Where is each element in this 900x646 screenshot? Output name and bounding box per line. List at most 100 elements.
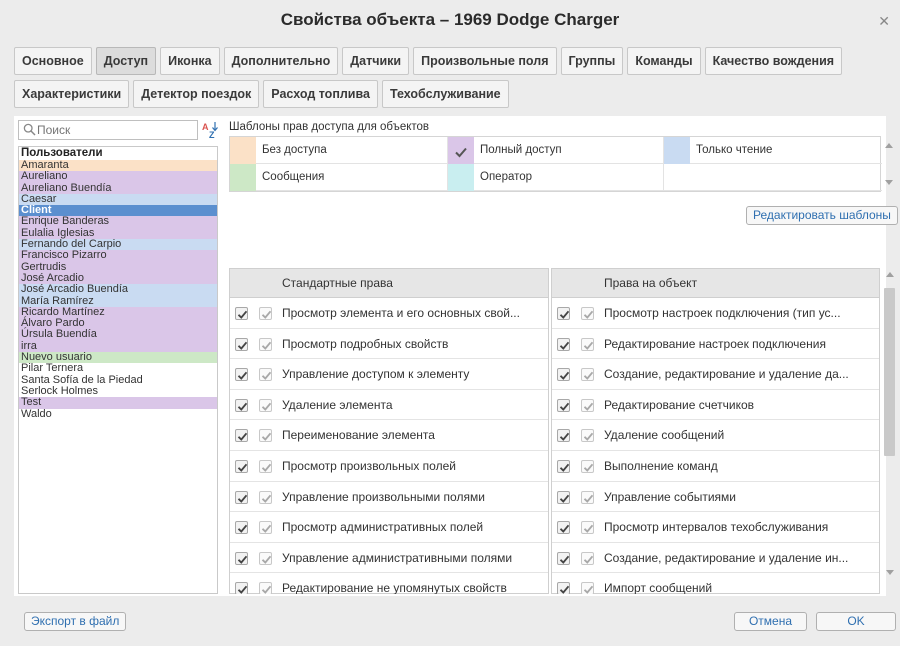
svg-text:Z: Z: [209, 130, 215, 140]
right-inherited-checkbox[interactable]: [581, 368, 594, 382]
right-inherited-checkbox[interactable]: [581, 521, 594, 535]
right-inherited-checkbox[interactable]: [259, 398, 272, 412]
access-template[interactable]: Сообщения: [230, 164, 448, 191]
ok-button[interactable]: OK: [816, 612, 896, 631]
right-checkbox[interactable]: [235, 551, 248, 565]
tabs-row-1: Основное Доступ Иконка Дополнительно Датчики…: [14, 47, 843, 75]
right-checkbox[interactable]: [235, 582, 248, 594]
right-inherited-checkbox[interactable]: [259, 307, 272, 320]
tab[interactable]: Дополнительно: [223, 47, 339, 75]
right-row: Управление произвольными полями: [230, 482, 548, 513]
right-label: Редактирование не упомянутых свойств: [282, 581, 507, 594]
right-inherited-checkbox[interactable]: [259, 521, 272, 535]
right-checkbox[interactable]: [235, 368, 248, 382]
user-list-item[interactable]: Francisco Pizarro: [19, 250, 217, 262]
right-checkbox[interactable]: [235, 459, 248, 473]
access-template[interactable]: Полный доступ: [448, 137, 664, 164]
user-list-item[interactable]: Test: [19, 396, 217, 409]
rights-area: Стандартные права Просмотр элемента и ег…: [229, 268, 880, 594]
tab[interactable]: Техобслуживание: [381, 80, 509, 108]
right-inherited-checkbox[interactable]: [581, 551, 594, 565]
user-list[interactable]: Пользователи Amaranta Aureliano Aureliano …: [18, 146, 218, 594]
scroll-up-icon[interactable]: [885, 143, 893, 148]
right-checkbox[interactable]: [557, 490, 570, 504]
user-list-item[interactable]: Aureliano: [19, 170, 217, 183]
export-to-file-button[interactable]: Экспорт в файл: [24, 612, 127, 631]
close-icon[interactable]: ✕: [878, 14, 890, 28]
right-row: Просмотр административных полей: [230, 512, 548, 543]
right-checkbox[interactable]: [557, 337, 570, 351]
right-row: Просмотр элемента и его основных свой...: [230, 298, 548, 329]
template-label: Без доступа: [262, 144, 327, 156]
access-template[interactable]: Без доступа: [230, 137, 448, 164]
user-list-item[interactable]: Pilar Ternera: [19, 363, 217, 375]
edit-templates-button[interactable]: Редактировать шаблоны: [746, 206, 898, 225]
templates-label: Шаблоны прав доступа для объектов: [229, 121, 430, 133]
right-inherited-checkbox[interactable]: [259, 551, 272, 565]
template-label: Полный доступ: [480, 144, 562, 156]
cancel-button[interactable]: Отмена: [734, 612, 807, 631]
right-checkbox[interactable]: [557, 368, 570, 382]
tab[interactable]: Основное: [14, 47, 92, 75]
search-input[interactable]: [37, 122, 195, 138]
right-inherited-checkbox[interactable]: [581, 337, 594, 351]
right-checkbox[interactable]: [557, 429, 570, 443]
right-inherited-checkbox[interactable]: [259, 368, 272, 382]
right-checkbox[interactable]: [557, 551, 570, 565]
scroll-up-icon[interactable]: [886, 272, 894, 277]
right-checkbox[interactable]: [235, 490, 248, 504]
right-inherited-checkbox[interactable]: [581, 582, 594, 594]
scrollbar-thumb[interactable]: [884, 288, 895, 456]
tab[interactable]: Детектор поездок: [133, 80, 260, 108]
rights-scrollbar[interactable]: [882, 268, 897, 594]
user-list-item[interactable]: Waldo: [19, 408, 217, 420]
right-checkbox[interactable]: [235, 337, 248, 351]
right-label: Просмотр произвольных полей: [282, 458, 456, 473]
search-box[interactable]: [18, 120, 198, 140]
access-template[interactable]: Оператор: [448, 164, 664, 191]
right-inherited-checkbox[interactable]: [259, 490, 272, 504]
right-checkbox[interactable]: [235, 307, 248, 320]
scroll-down-icon[interactable]: [886, 570, 894, 575]
tab[interactable]: Расход топлива: [263, 80, 378, 108]
tab[interactable]: Доступ: [95, 47, 157, 75]
right-checkbox[interactable]: [557, 307, 570, 320]
right-inherited-checkbox[interactable]: [259, 582, 272, 594]
tab[interactable]: Качество вождения: [704, 47, 843, 75]
right-inherited-checkbox[interactable]: [581, 490, 594, 504]
right-inherited-checkbox[interactable]: [259, 459, 272, 473]
template-label: Сообщения: [262, 171, 325, 183]
tab[interactable]: Характеристики: [14, 80, 130, 108]
tab[interactable]: Команды: [627, 47, 701, 75]
user-list-item[interactable]: Serlock Holmes: [19, 385, 217, 398]
right-inherited-checkbox[interactable]: [259, 429, 272, 443]
user-list-item[interactable]: José Arcadio Buendía: [19, 283, 217, 296]
right-inherited-checkbox[interactable]: [581, 307, 594, 320]
right-inherited-checkbox[interactable]: [581, 429, 594, 443]
tab[interactable]: Иконка: [160, 47, 220, 75]
user-list-item[interactable]: Úrsula Buendía: [19, 329, 217, 341]
right-row: Управление доступом к элементу: [230, 359, 548, 390]
template-label: Оператор: [480, 171, 533, 183]
tab[interactable]: Датчики: [342, 47, 410, 75]
right-checkbox[interactable]: [557, 459, 570, 473]
templates-scrollbar[interactable]: [881, 136, 897, 192]
sort-az-icon[interactable]: A Z: [201, 120, 219, 140]
right-checkbox[interactable]: [235, 429, 248, 443]
right-inherited-checkbox[interactable]: [581, 398, 594, 412]
right-label: Переименование элемента: [282, 428, 435, 443]
right-checkbox[interactable]: [557, 521, 570, 535]
scroll-down-icon[interactable]: [885, 180, 893, 185]
right-label: Удаление элемента: [282, 397, 393, 412]
right-inherited-checkbox[interactable]: [259, 337, 272, 351]
right-inherited-checkbox[interactable]: [581, 459, 594, 473]
access-template-empty: [664, 164, 882, 191]
right-checkbox[interactable]: [235, 398, 248, 412]
right-checkbox[interactable]: [557, 582, 570, 594]
tab[interactable]: Произвольные поля: [413, 47, 557, 75]
title-bar: Свойства объекта – 1969 Dodge Charger ✕: [0, 0, 900, 42]
tab[interactable]: Группы: [560, 47, 624, 75]
right-checkbox[interactable]: [557, 398, 570, 412]
access-template[interactable]: Только чтение: [664, 137, 882, 164]
right-checkbox[interactable]: [235, 521, 248, 535]
